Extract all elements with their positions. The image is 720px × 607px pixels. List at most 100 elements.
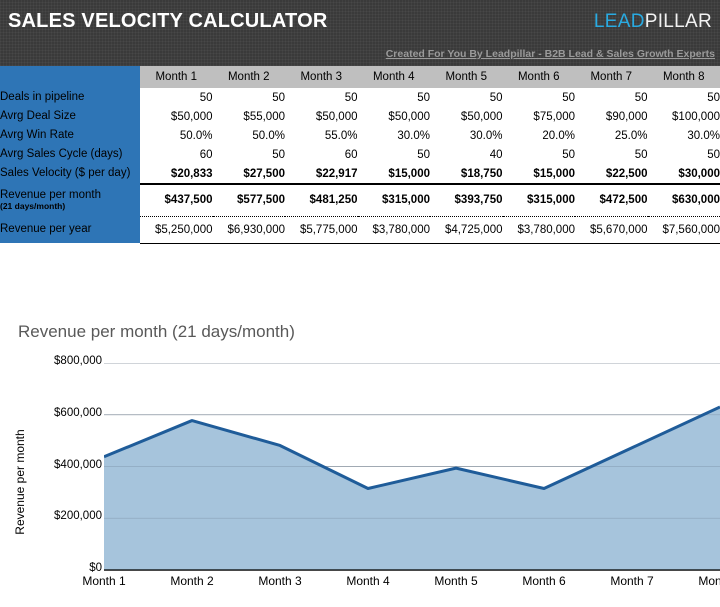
table-cell: 50.0% [212,126,285,145]
table-body: Deals in pipeline 50 50 50 50 50 50 50 50 Avrg De… [0,88,720,244]
table-cell: $22,917 [285,164,358,184]
row-label: Avrg Deal Size [0,107,140,126]
x-axis-tick-label: Month 1 [82,574,126,588]
column-header-month: Month 8 [647,66,720,89]
column-header-month: Month 7 [575,66,648,89]
y-axis-tick-label: $0 [89,562,102,574]
table-cell: $50,000 [140,107,213,126]
table-cell: 60 [285,145,358,164]
table-cell: $5,670,000 [575,216,648,244]
table-cell: $5,775,000 [285,216,358,244]
row-label: Avrg Win Rate [0,126,140,145]
x-axis-tick-label: Month 6 [522,574,566,588]
table-cell: 50 [647,88,720,107]
chart-plot-area [104,363,720,571]
table-cell: 50 [502,88,575,107]
table-cell: 55.0% [285,126,358,145]
row-label-text: Revenue per month [0,188,102,201]
logo-lead-text: LEAD [593,11,645,32]
table-cell: $3,780,000 [502,216,575,244]
table-cell: $6,930,000 [212,216,285,244]
table-cell: $75,000 [502,107,575,126]
table-cell: $393,750 [430,183,503,217]
table-corner-cell [0,66,140,88]
table-cell: $100,000 [647,107,720,126]
y-axis-tick-label: $200,000 [54,510,102,523]
table-cell: $3,780,000 [357,216,430,244]
table-cell: $50,000 [357,107,430,126]
x-axis-tick-label: Month 2 [170,574,214,588]
revenue-chart: Revenue per month (21 days/month) Revenu… [0,300,720,607]
x-axis-tick-label: Month 4 [346,574,390,588]
metrics-table-container: Month 1 Month 2 Month 3 Month 4 Month 5 Month… [0,66,720,244]
table-row: Avrg Deal Size $50,000 $55,000 $50,000 $50,0… [0,107,720,126]
table-cell: $50,000 [430,107,503,126]
table-cell: $7,560,000 [647,216,720,244]
table-cell: 50 [212,88,285,107]
table-cell: 20.0% [502,126,575,145]
row-label-text: Avrg Sales Cycle (days) [0,147,123,160]
row-label: Revenue per month (21 days/month) [0,184,140,216]
row-label-text: Avrg Win Rate [0,128,74,141]
table-cell: $55,000 [212,107,285,126]
table-cell: $30,000 [647,164,720,184]
table-cell: $472,500 [575,183,648,217]
table-cell: $315,000 [357,183,430,217]
column-header-month: Month 6 [502,66,575,89]
table-cell: $630,000 [647,183,720,217]
table-cell: 50 [647,145,720,164]
table-cell: 50 [430,88,503,107]
table-cell: $4,725,000 [430,216,503,244]
y-axis-tick-label: $400,000 [54,458,102,471]
table-row: Avrg Sales Cycle (days) 60 50 60 50 40 50 50 50 [0,145,720,164]
table-cell: 50 [357,88,430,107]
table-cell: 50.0% [140,126,213,145]
table-cell: $437,500 [140,183,213,217]
logo-pillar-text: PILLAR [644,11,712,32]
row-label-text: Sales Velocity ($ per day) [0,167,131,180]
x-axis-tick-label: Month 7 [610,574,654,588]
table-cell: 50 [575,88,648,107]
table-cell: 50 [285,88,358,107]
row-label-text: Avrg Deal Size [0,109,76,122]
table-cell: 50 [575,145,648,164]
column-header-month: Month 3 [285,66,358,89]
table-cell: 30.0% [647,126,720,145]
page-title: SALES VELOCITY CALCULATOR [8,10,328,32]
table-cell: $50,000 [285,107,358,126]
table-cell: 50 [502,145,575,164]
column-header-month: Month 4 [357,66,430,89]
row-sublabel-text: (21 days/month) [0,200,66,211]
table-cell: 25.0% [575,126,648,145]
column-header-month: Month 1 [140,66,213,89]
table-cell: $315,000 [502,183,575,217]
column-header-month: Month 5 [430,66,503,89]
table-cell: 30.0% [357,126,430,145]
row-label-text: Revenue per year [0,222,92,235]
table-row: Sales Velocity ($ per day) $20,833 $27,500… [0,164,720,184]
x-axis-tick-label: Month 3 [258,574,302,588]
table-row: Revenue per year $5,250,000 $6,930,000 $5,7… [0,216,720,244]
table-row: Revenue per month (21 days/month) $437,500… [0,183,720,217]
x-axis-tick-label: Month 5 [434,574,478,588]
table-cell: $577,500 [212,183,285,217]
column-header-month: Month 2 [212,66,285,89]
table-cell: 50 [212,145,285,164]
table-row: Avrg Win Rate 50.0% 50.0% 55.0% 30.0% 30.0% 20… [0,126,720,145]
table-cell: $20,833 [140,164,213,184]
table-cell: 50 [357,145,430,164]
x-axis-tick-label: Month 8 [698,574,720,588]
y-axis-tick-label: $800,000 [54,355,102,367]
table-cell: 50 [140,88,213,107]
tagline-link[interactable]: Created For You By Leadpillar - B2B Lead… [386,48,715,60]
brand-logo: LEADPILLAR [594,11,712,33]
table-cell: $15,000 [502,164,575,184]
table-cell: $22,500 [575,164,648,184]
table-cell: $27,500 [212,164,285,184]
table-cell: $90,000 [575,107,648,126]
row-label: Revenue per year [0,216,140,243]
table-cell: 60 [140,145,213,164]
app-header-banner: SALES VELOCITY CALCULATOR LEADPILLAR Cre… [0,0,720,66]
table-cell: $18,750 [430,164,503,184]
table-cell: $5,250,000 [140,216,213,244]
